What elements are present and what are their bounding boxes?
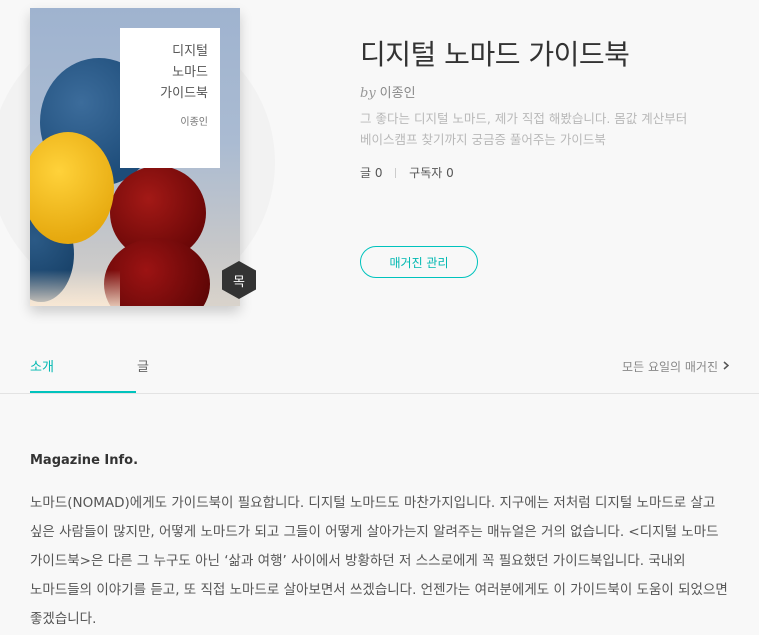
active-tab-indicator <box>30 391 136 393</box>
subscribers-count[interactable]: 0 <box>446 166 454 180</box>
balloon-image-part <box>30 132 114 244</box>
posts-count: 0 <box>374 166 383 180</box>
tab-intro[interactable]: 소개 <box>30 356 54 375</box>
all-days-magazine-link[interactable]: 모든 요일의 매거진 <box>622 358 730 375</box>
magazine-info-body: 노마드(NOMAD)에게도 가이드북이 필요합니다. 디지털 노마드도 마찬가지… <box>30 495 728 627</box>
magazine-byline: by 이종인 <box>360 82 416 101</box>
all-days-label: 모든 요일의 매거진 <box>622 360 718 374</box>
tab-posts[interactable]: 글 <box>137 356 149 375</box>
magazine-description: 그 좋다는 디지털 노마드, 제가 직접 해봤습니다. 몸값 계산부터 베이스캠… <box>360 111 688 147</box>
magazine-title: 디지털 노마드 가이드북 <box>360 38 630 71</box>
subscribers-label[interactable]: 구독자 <box>409 166 442 180</box>
magazine-cover[interactable]: 디지털 노마드 가이드북 이종인 <box>30 8 240 306</box>
magazine-header: 디지털 노마드 가이드북 이종인 목 디지털 노마드 가이드북 by 이종인 그 … <box>0 0 759 394</box>
cover-label: 디지털 노마드 가이드북 이종인 <box>120 28 220 168</box>
manage-magazine-button[interactable]: 매거진 관리 <box>360 246 478 278</box>
chevron-right-icon <box>723 360 730 373</box>
magazine-stats: 글 0 구독자 0 <box>360 164 454 181</box>
cover-glow <box>30 270 120 306</box>
stats-divider <box>395 168 397 178</box>
cover-title: 디지털 노마드 가이드북 <box>160 44 208 101</box>
posts-label: 글 <box>360 166 372 180</box>
cover-author: 이종인 <box>180 117 208 128</box>
day-badge: 목 <box>222 261 256 299</box>
magazine-info-heading: Magazine Info. <box>30 453 139 468</box>
by-prefix: by <box>360 86 376 101</box>
author-link[interactable]: 이종인 <box>380 86 416 101</box>
day-badge-label: 목 <box>233 274 245 290</box>
